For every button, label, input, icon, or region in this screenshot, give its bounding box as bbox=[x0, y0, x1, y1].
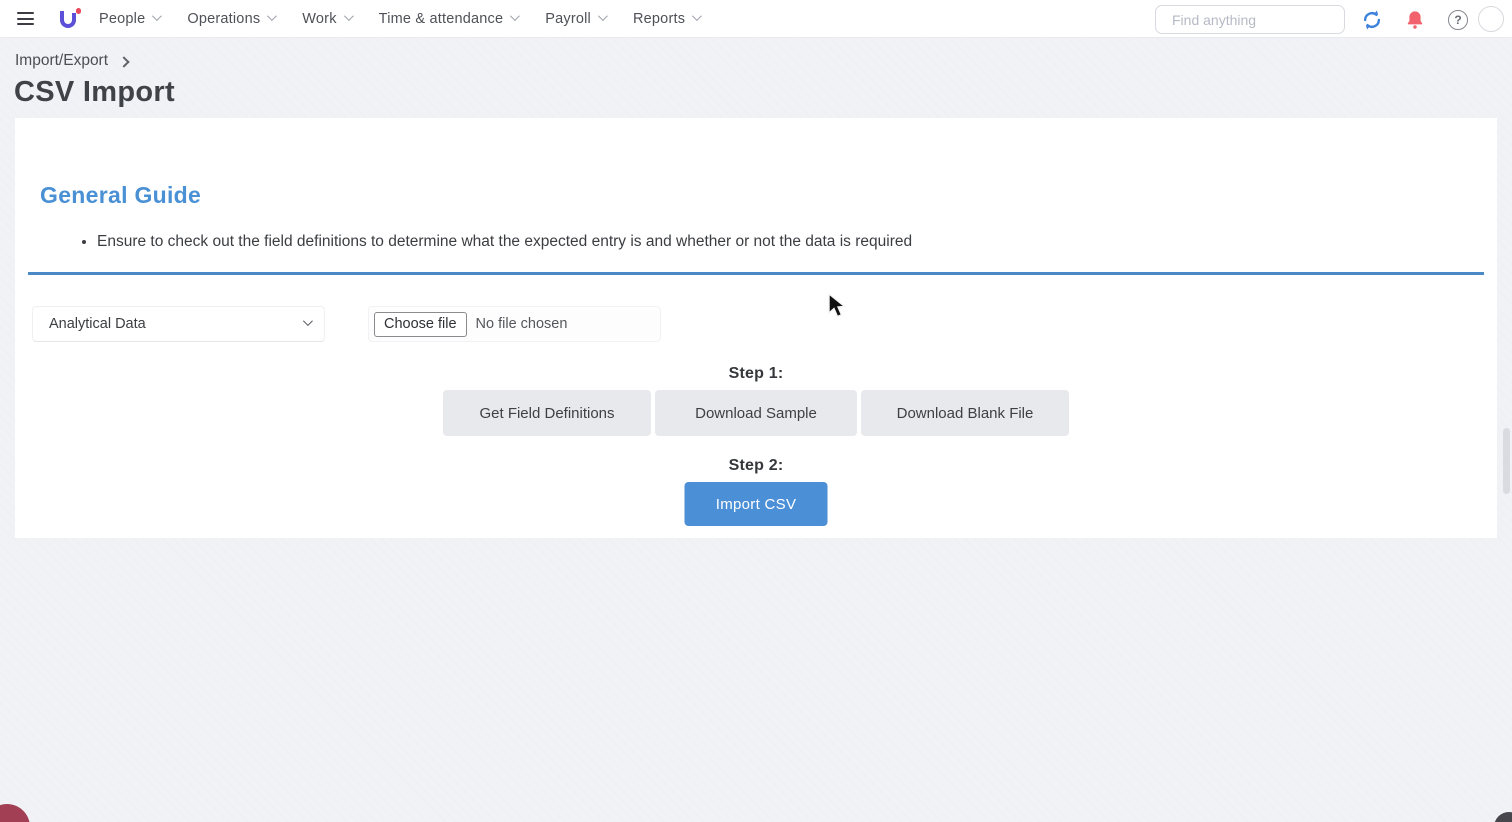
nav-item-label: Operations bbox=[187, 11, 260, 27]
breadcrumb-import-export[interactable]: Import/Export bbox=[15, 52, 108, 70]
file-input-group: Choose file No file chosen bbox=[368, 306, 661, 342]
breadcrumb: Import/Export bbox=[15, 52, 128, 70]
download-sample-button[interactable]: Download Sample bbox=[655, 390, 857, 436]
choose-file-button[interactable]: Choose file bbox=[374, 312, 467, 337]
user-avatar[interactable] bbox=[1478, 6, 1504, 32]
logo-dot bbox=[76, 8, 82, 14]
nav-item-label: People bbox=[99, 11, 145, 27]
nav-item-work[interactable]: Work bbox=[302, 11, 350, 27]
main-menu: People Operations Work Time & attendance… bbox=[99, 0, 699, 38]
download-blank-file-button[interactable]: Download Blank File bbox=[861, 390, 1069, 436]
import-controls-row: Analytical Data Choose file No file chos… bbox=[15, 306, 1497, 342]
chevron-down-icon bbox=[303, 316, 313, 326]
logo-u-shape bbox=[60, 11, 76, 28]
step1-label: Step 1: bbox=[15, 365, 1497, 383]
bottom-right-widget bbox=[1494, 812, 1512, 822]
uzio-logo[interactable] bbox=[59, 7, 81, 31]
nav-item-people[interactable]: People bbox=[99, 11, 159, 27]
global-search[interactable] bbox=[1155, 5, 1345, 34]
chevron-down-icon bbox=[510, 11, 520, 21]
chat-widget-bubble[interactable] bbox=[0, 804, 30, 822]
vertical-scrollbar-thumb[interactable] bbox=[1503, 428, 1510, 494]
import-csv-button[interactable]: Import CSV bbox=[685, 482, 828, 526]
notifications-bell-icon[interactable] bbox=[1403, 8, 1427, 32]
chevron-right-icon bbox=[118, 56, 129, 67]
nav-item-label: Work bbox=[302, 11, 336, 27]
nav-item-time-attendance[interactable]: Time & attendance bbox=[379, 11, 518, 27]
file-chosen-status: No file chosen bbox=[476, 316, 568, 332]
search-input[interactable] bbox=[1172, 12, 1353, 28]
chevron-down-icon bbox=[344, 11, 354, 21]
general-guide-heading: General Guide bbox=[40, 182, 201, 209]
get-field-definitions-button[interactable]: Get Field Definitions bbox=[443, 390, 651, 436]
bell-glyph bbox=[1404, 9, 1426, 31]
step2-label: Step 2: bbox=[15, 457, 1497, 475]
nav-item-operations[interactable]: Operations bbox=[187, 11, 274, 27]
chevron-down-icon bbox=[692, 11, 702, 21]
question-mark-glyph: ? bbox=[1448, 10, 1468, 30]
sync-arrows-glyph bbox=[1361, 9, 1383, 31]
nav-item-payroll[interactable]: Payroll bbox=[545, 11, 605, 27]
chevron-down-icon bbox=[152, 11, 162, 21]
chevron-down-icon bbox=[598, 11, 608, 21]
help-icon[interactable]: ? bbox=[1446, 8, 1470, 32]
page-title: CSV Import bbox=[14, 76, 175, 109]
step1-button-row: Get Field Definitions Download Sample Do… bbox=[15, 390, 1497, 436]
top-navbar: People Operations Work Time & attendance… bbox=[0, 0, 1512, 38]
nav-item-reports[interactable]: Reports bbox=[633, 11, 699, 27]
blue-divider bbox=[28, 272, 1484, 275]
nav-item-label: Payroll bbox=[545, 11, 591, 27]
nav-item-label: Reports bbox=[633, 11, 685, 27]
data-type-select[interactable]: Analytical Data bbox=[32, 306, 325, 342]
guide-bullet-list: Ensure to check out the field definition… bbox=[15, 230, 1415, 254]
nav-item-label: Time & attendance bbox=[379, 11, 504, 27]
csv-import-card: General Guide Ensure to check out the fi… bbox=[15, 118, 1497, 538]
sync-icon[interactable] bbox=[1360, 8, 1384, 32]
guide-bullet-item: Ensure to check out the field definition… bbox=[97, 230, 1415, 254]
chevron-down-icon bbox=[267, 11, 277, 21]
hamburger-menu-icon[interactable] bbox=[17, 12, 34, 25]
data-type-selected-value: Analytical Data bbox=[49, 316, 303, 332]
